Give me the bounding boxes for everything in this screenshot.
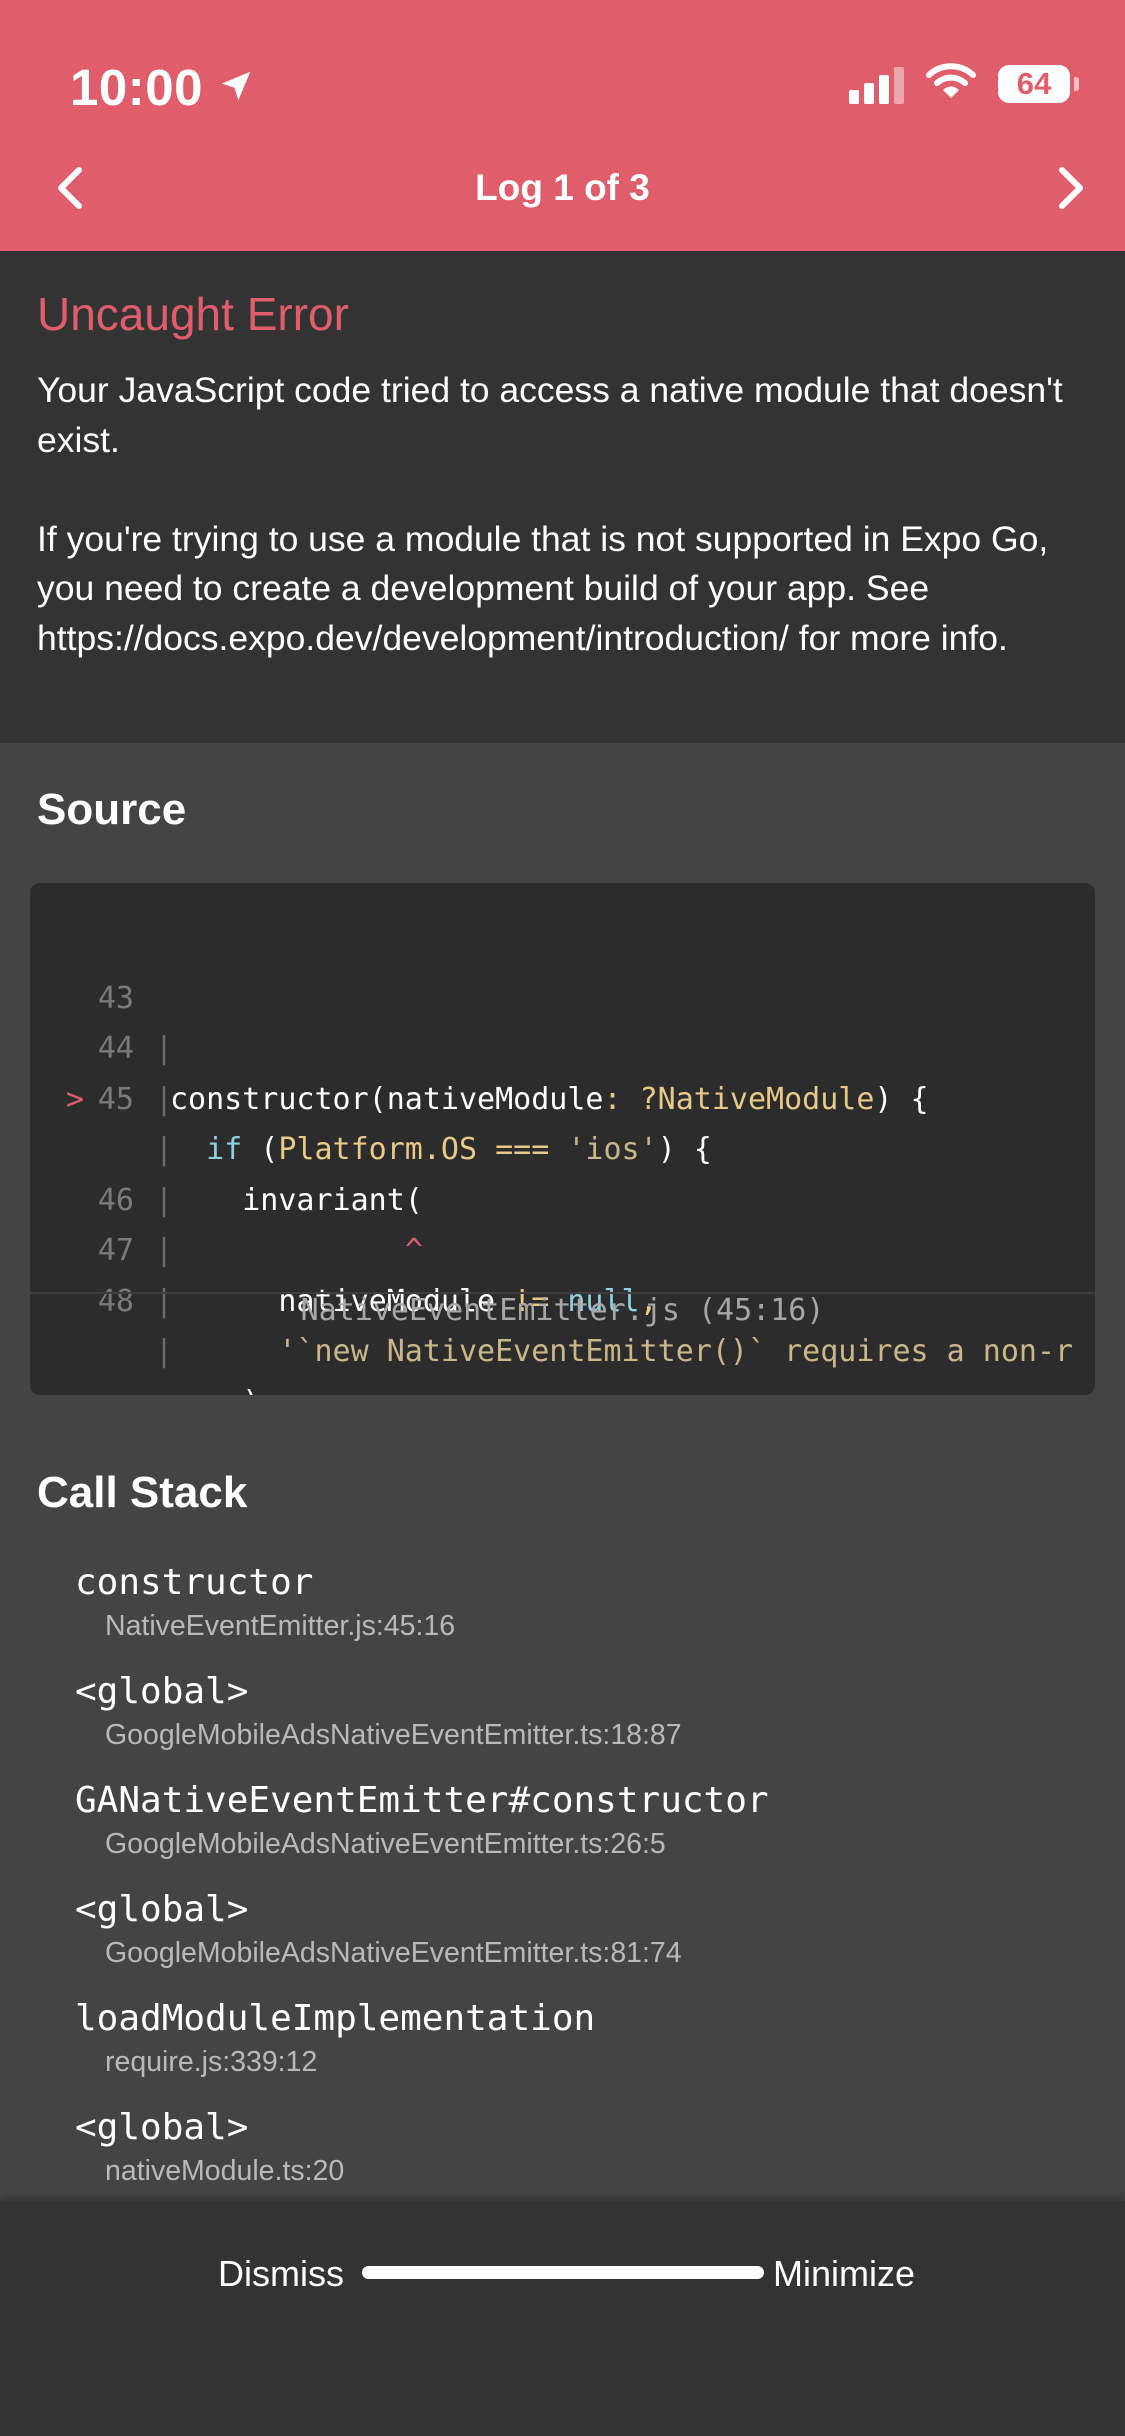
status-indicators: 64 [849, 62, 1079, 105]
stack-frame-file: NativeEventEmitter.js:45:16 [105, 1610, 456, 1642]
stack-frame[interactable]: GANativeEventEmitter#constructor GoogleM… [75, 1776, 1075, 1885]
call-stack-heading: Call Stack [37, 1468, 248, 1517]
location-arrow-icon [217, 58, 255, 117]
stack-frame-file: GoogleMobileAdsNativeEventEmitter.ts:26:… [105, 1828, 666, 1860]
stack-frame-function: constructor [75, 1562, 314, 1603]
stack-frame-file: GoogleMobileAdsNativeEventEmitter.ts:81:… [105, 1937, 682, 1969]
source-file-location[interactable]: NativeEventEmitter.js (45:16) [0, 1293, 1125, 1328]
code-line-caret: | ^ [155, 1182, 423, 1269]
stack-frame[interactable]: loadModuleImplementation require.js:339:… [75, 1994, 1075, 2103]
stack-frame-function: GANativeEventEmitter#constructor [75, 1780, 769, 1821]
error-panel: Uncaught Error Your JavaScript code trie… [0, 251, 1125, 743]
stack-frame-file: nativeModule.ts:20 [105, 2155, 345, 2187]
log-counter-title: Log 1 of 3 [475, 167, 650, 208]
stack-frame[interactable]: <global> GoogleMobileAdsNativeEventEmitt… [75, 1885, 1075, 1994]
stack-frame[interactable]: <global> GoogleMobileAdsNativeEventEmitt… [75, 1667, 1075, 1776]
status-time: 10:00 [70, 58, 255, 117]
call-stack-list: constructor NativeEventEmitter.js:45:16 … [75, 1558, 1075, 2212]
next-log-button[interactable] [1041, 160, 1101, 216]
source-heading: Source [37, 785, 187, 834]
stack-frame-function: loadModuleImplementation [75, 1998, 596, 2039]
bottom-action-bar: Dismiss Minimize [0, 2201, 1125, 2436]
code-line: 48 | ); [97, 1283, 279, 1396]
stack-frame-function: <global> [75, 1671, 249, 1712]
cellular-signal-icon [849, 64, 904, 104]
home-indicator[interactable] [362, 2266, 764, 2279]
code-lines: 43 | constructor(nativeModule: ?NativeMo… [30, 923, 1095, 1396]
error-title: Uncaught Error [37, 288, 349, 340]
code-line: 43 | constructor(nativeModule: ?NativeMo… [97, 980, 929, 1117]
stack-frame-function: <global> [75, 2107, 249, 2148]
stack-frame-file: require.js:339:12 [105, 2046, 318, 2078]
stack-frame[interactable]: <global> nativeModule.ts:20 [75, 2103, 1075, 2212]
chevron-right-icon [1059, 167, 1083, 209]
log-header: 10:00 64 Log 1 of 3 [0, 0, 1125, 251]
battery-icon: 64 [998, 64, 1079, 103]
code-line-highlighted: >45 | invariant( [65, 1081, 423, 1218]
stack-frame-file: GoogleMobileAdsNativeEventEmitter.ts:18:… [105, 1719, 682, 1751]
battery-level: 64 [1016, 65, 1052, 101]
error-message: Your JavaScript code tried to access a n… [37, 370, 1063, 658]
code-line: 44 | if (Platform.OS === 'ios') { [97, 1031, 712, 1167]
wifi-icon [926, 62, 976, 105]
status-time-text: 10:00 [70, 59, 203, 116]
code-line: 46 | nativeModule != null, [97, 1182, 658, 1319]
code-line: 47 | '`new NativeEventEmitter()` require… [97, 1233, 1074, 1369]
stack-frame[interactable]: constructor NativeEventEmitter.js:45:16 [75, 1558, 1075, 1667]
stack-frame-function: <global> [75, 1889, 249, 1930]
